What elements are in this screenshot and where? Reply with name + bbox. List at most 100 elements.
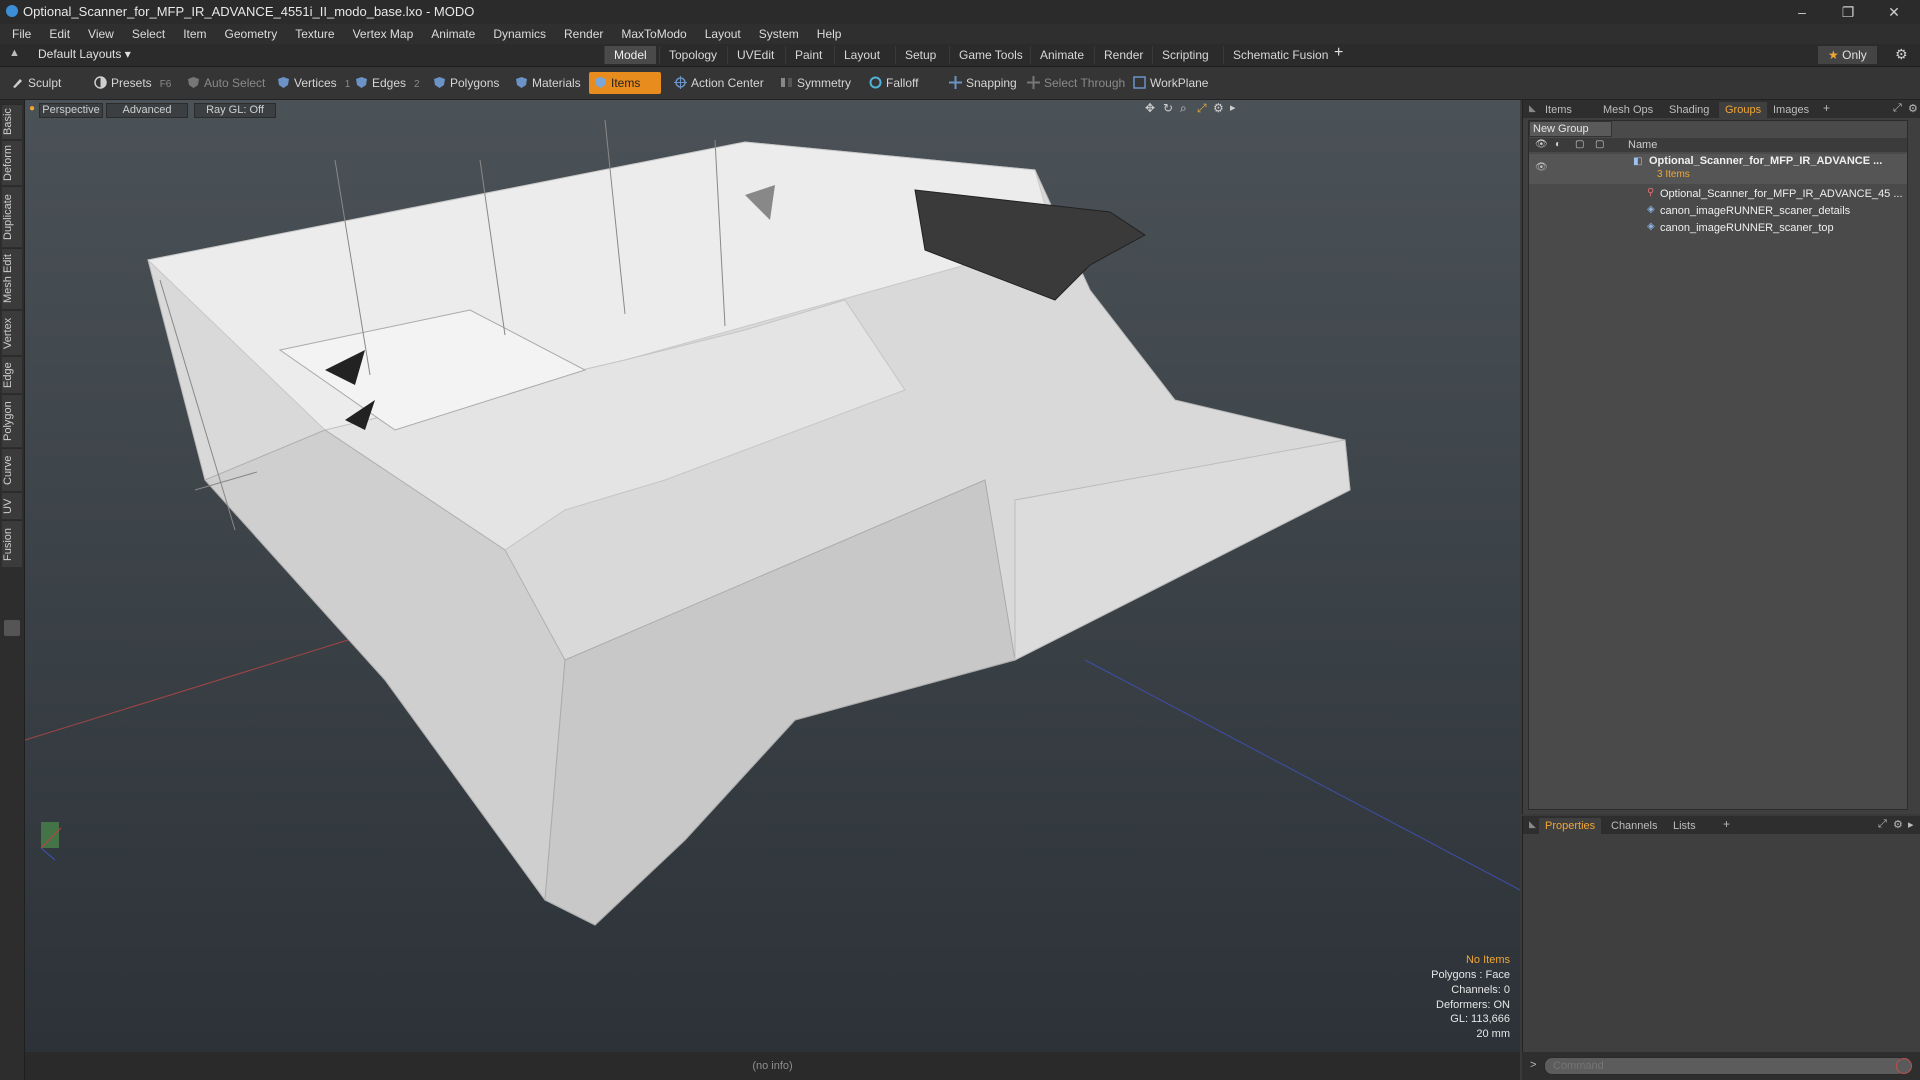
new-group-button[interactable]: New Group <box>1529 121 1612 137</box>
layout-selector[interactable]: Default Layouts ▾ <box>38 47 131 61</box>
menu-file[interactable]: File <box>0 24 40 44</box>
visibility-column-icon[interactable]: 👁 <box>1535 139 1548 150</box>
view-mode-dropdown[interactable]: Perspective <box>39 103 103 118</box>
close-button[interactable]: ✕ <box>1874 2 1914 22</box>
tab-channels[interactable]: Channels <box>1605 818 1663 834</box>
command-input[interactable] <box>1544 1057 1906 1075</box>
tab-render[interactable]: Render <box>1094 46 1152 64</box>
panel-expand-icon[interactable]: ▸ <box>1908 818 1914 831</box>
tab-mesh-ops[interactable]: Mesh Ops <box>1597 102 1659 118</box>
tab-duplicate[interactable]: Duplicate <box>2 186 22 247</box>
menu-dynamics[interactable]: Dynamics <box>484 24 555 44</box>
select-through-button[interactable]: Select Through <box>1022 72 1142 94</box>
panel-maximize-icon[interactable]: ⤢ <box>1878 818 1887 831</box>
panel-maximize-icon[interactable]: ⤢ <box>1893 102 1902 115</box>
menu-layout[interactable]: Layout <box>696 24 750 44</box>
tab-mesh-edit[interactable]: Mesh Edit <box>2 248 22 309</box>
tab-uvedit[interactable]: UVEdit <box>727 46 783 64</box>
tab-items[interactable]: Items <box>1539 102 1578 118</box>
falloff-button[interactable]: Falloff <box>864 72 944 94</box>
panel-menu-icon[interactable]: ◣ <box>1529 103 1536 114</box>
tab-paint[interactable]: Paint <box>785 46 831 64</box>
tab-layout[interactable]: Layout <box>834 46 889 64</box>
hud-gl: GL: 113,666 <box>1450 1013 1510 1026</box>
menu-view[interactable]: View <box>79 24 123 44</box>
only-toggle[interactable]: ★ Only <box>1818 46 1877 64</box>
menu-vertex-map[interactable]: Vertex Map <box>344 24 423 44</box>
tab-polygon[interactable]: Polygon <box>2 394 22 447</box>
tab-topology[interactable]: Topology <box>659 46 726 64</box>
rotate-view-icon[interactable]: ↻ <box>1163 101 1173 115</box>
render-column-icon[interactable]: ◐ <box>1555 139 1561 150</box>
panel-menu-icon[interactable]: ◣ <box>1529 819 1536 830</box>
tab-game-tools[interactable]: Game Tools <box>949 46 1032 64</box>
properties-panel-tabs: ◣ Properties Channels Lists + ⤢ ⚙ ▸ <box>1523 816 1920 834</box>
tab-lists[interactable]: Lists <box>1667 818 1702 834</box>
shading-dropdown[interactable]: Advanced <box>106 103 188 118</box>
tab-setup[interactable]: Setup <box>895 46 945 64</box>
minimize-button[interactable]: – <box>1782 2 1822 22</box>
settings-gear-icon[interactable]: ⚙ <box>1895 46 1908 63</box>
symmetry-button[interactable]: Symmetry <box>775 72 867 94</box>
tab-basic[interactable]: Basic <box>2 104 22 139</box>
menu-maxtomodo[interactable]: MaxToModo <box>612 24 695 44</box>
tab-groups[interactable]: Groups <box>1719 102 1768 118</box>
raygl-dropdown[interactable]: Ray GL: Off <box>194 103 276 118</box>
viewport-menu-icon[interactable]: ● <box>29 103 35 114</box>
menu-edit[interactable]: Edit <box>40 24 79 44</box>
menu-system[interactable]: System <box>750 24 808 44</box>
restore-button[interactable]: ❐ <box>1828 2 1868 22</box>
group-item-row[interactable]: ⚲ Optional_Scanner_for_MFP_IR_ADVANCE_45… <box>1529 186 1907 203</box>
materials-icon <box>516 77 527 88</box>
auto-select-button[interactable]: Auto Select <box>182 72 282 94</box>
tab-uv[interactable]: UV <box>2 492 22 519</box>
zoom-view-icon[interactable]: ⌕ <box>1180 101 1187 116</box>
tab-vertex[interactable]: Vertex <box>2 310 22 355</box>
tab-curve[interactable]: Curve <box>2 448 22 491</box>
tab-edge[interactable]: Edge <box>2 356 22 393</box>
edges-button[interactable]: Edges 2 <box>350 72 440 94</box>
panel-settings-icon[interactable]: ⚙ <box>1908 102 1918 115</box>
fit-view-icon[interactable]: ⤢ <box>1197 101 1207 116</box>
tab-shading[interactable]: Shading <box>1663 102 1715 118</box>
group-item-row[interactable]: ◈ canon_imageRUNNER_scaner_top <box>1529 220 1907 237</box>
tab-model[interactable]: Model <box>604 46 656 64</box>
menu-select[interactable]: Select <box>123 24 174 44</box>
presets-button[interactable]: Presets F6 <box>89 72 179 94</box>
menu-texture[interactable]: Texture <box>286 24 343 44</box>
action-center-button[interactable]: Action Center <box>669 72 789 94</box>
menu-help[interactable]: Help <box>808 24 851 44</box>
tab-fusion[interactable]: Fusion <box>2 520 22 567</box>
select-column-icon[interactable]: ▢ <box>1595 139 1604 150</box>
panel-settings-icon[interactable]: ⚙ <box>1893 818 1903 831</box>
add-panel-tab-icon[interactable]: + <box>1823 101 1830 115</box>
tab-schematic-fusion[interactable]: Schematic Fusion <box>1223 46 1337 64</box>
menu-geometry[interactable]: Geometry <box>216 24 287 44</box>
lock-column-icon[interactable]: ▢ <box>1575 139 1584 150</box>
tab-images[interactable]: Images <box>1767 102 1815 118</box>
sculpt-button[interactable]: Sculpt <box>6 72 96 94</box>
menu-item[interactable]: Item <box>174 24 215 44</box>
layout-collapse-icon[interactable]: ▲ <box>9 47 20 59</box>
items-button[interactable]: Items <box>589 72 661 94</box>
add-panel-tab-icon[interactable]: + <box>1723 817 1730 831</box>
group-row[interactable]: 👁 ◧ Optional_Scanner_for_MFP_IR_ADVANCE … <box>1529 154 1907 184</box>
viewport-expand-icon[interactable]: ▸ <box>1230 101 1236 114</box>
viewport-settings-icon[interactable]: ⚙ <box>1213 101 1224 115</box>
3d-viewport[interactable]: ● Perspective Advanced Ray GL: Off ✥ ↻ ⌕… <box>25 100 1520 1052</box>
layout-selector-label: Default Layouts <box>38 47 122 61</box>
tab-deform[interactable]: Deform <box>2 140 22 185</box>
group-item-row[interactable]: ◈ canon_imageRUNNER_scaner_details <box>1529 203 1907 220</box>
menu-render[interactable]: Render <box>555 24 612 44</box>
workplane-button[interactable]: WorkPlane <box>1128 72 1230 94</box>
add-tab-icon[interactable]: + <box>1334 44 1343 62</box>
menu-animate[interactable]: Animate <box>422 24 484 44</box>
tab-scripting[interactable]: Scripting <box>1152 46 1218 64</box>
move-view-icon[interactable]: ✥ <box>1145 101 1155 115</box>
mesh-icon: ◈ <box>1647 221 1655 232</box>
tab-animate[interactable]: Animate <box>1030 46 1093 64</box>
command-history-icon[interactable] <box>1896 1058 1912 1074</box>
tab-properties[interactable]: Properties <box>1539 818 1602 834</box>
visibility-eye-icon[interactable]: 👁 <box>1535 162 1548 173</box>
palette-toggle-icon[interactable] <box>4 620 20 636</box>
